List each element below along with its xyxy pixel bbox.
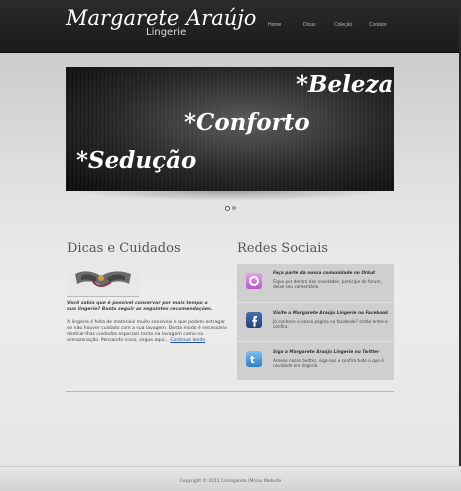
orkut-desc: Fique por dentro das novidades, particip… — [273, 279, 382, 290]
twitter-desc: Acesse nosso twitter, siga-nos e confira… — [273, 358, 384, 369]
lingerie-photo — [67, 264, 139, 297]
lingerie-image-icon — [67, 264, 139, 296]
twitter-title[interactable]: Siga a Margarete Araújo Lingerie no Twit… — [273, 350, 379, 355]
nav-home-link[interactable]: Home — [268, 22, 281, 28]
slider-dot-2[interactable] — [232, 206, 236, 210]
slider-dot-1[interactable] — [225, 206, 230, 211]
footer: Copyright © 2011 Carregando (Minas Websi… — [0, 466, 461, 491]
twitter-icon[interactable]: t — [246, 351, 262, 367]
social-item-twitter[interactable]: t Siga a Margarete Araújo Lingerie no Tw… — [237, 341, 394, 380]
slider-shadow — [72, 191, 388, 201]
slide-word-conforto: *Conforto — [184, 109, 310, 136]
social-panel: Faça parte da nossa comunidade no Orkut … — [237, 264, 394, 380]
facebook-icon[interactable] — [246, 312, 262, 328]
orkut-title[interactable]: Faça parte da nossa comunidade no Orkut — [273, 271, 375, 276]
tip-question: Você sabia que é possível conservar por … — [67, 301, 213, 312]
nav-colecao-link[interactable]: Coleção — [334, 22, 352, 28]
nav-contato-link[interactable]: Contato — [369, 22, 387, 28]
hero-slider[interactable]: *Beleza *Conforto *Sedução — [66, 67, 394, 191]
site-logo-subtitle: Lingerie — [146, 27, 187, 38]
svg-text:t: t — [250, 355, 255, 366]
facebook-title[interactable]: Visite a Margarete Araújo Lingerie no Fa… — [273, 311, 388, 316]
continue-reading-link[interactable]: Continue lendo — [170, 338, 205, 343]
social-item-orkut[interactable]: Faça parte da nossa comunidade no Orkut … — [237, 264, 394, 302]
social-heading: Redes Sociais — [237, 241, 329, 256]
tips-heading: Dicas e Cuidados — [67, 241, 181, 256]
slide-word-seducao: *Sedução — [76, 147, 197, 174]
content-divider — [66, 391, 394, 392]
footer-copyright: Copyright © 2011 Carregando (Minas Websi… — [179, 479, 282, 484]
slide-word-beleza: *Beleza — [296, 71, 394, 98]
nav-dicas-link[interactable]: Dicas — [303, 22, 316, 28]
facebook-desc: Já conhece a nossa página no facebook? e… — [273, 319, 388, 330]
social-item-facebook[interactable]: Visite a Margarete Araújo Lingerie no Fa… — [237, 302, 394, 341]
header-bar: Margarete Araújo Lingerie Home Dicas Col… — [0, 0, 461, 53]
tip-body: A lingerie é feita de materiais muito se… — [67, 320, 227, 344]
orkut-icon[interactable] — [246, 273, 262, 289]
